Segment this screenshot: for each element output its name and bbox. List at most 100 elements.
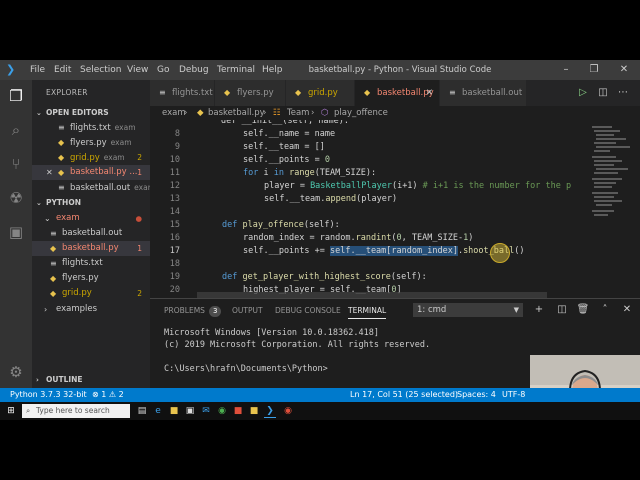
text-file-icon: ≡ [50, 229, 57, 238]
tab-grid-py[interactable]: ◆ grid.py [286, 80, 355, 106]
explorer-icon[interactable]: ❐ [6, 86, 26, 106]
tab-flights-txt[interactable]: ≡ flights.txt [150, 80, 215, 106]
class-symbol-icon: ☷ [273, 108, 281, 118]
tab-problems[interactable]: PROBLEMS 3 [164, 304, 222, 318]
tree-folder-examples[interactable]: › examples [32, 302, 150, 317]
minimize-icon[interactable]: – [552, 60, 580, 80]
open-editor-item[interactable]: ◆ grid.py exam 2 [32, 150, 150, 165]
text-file-icon: ≡ [50, 259, 57, 268]
split-editor-icon[interactable]: ◫ [596, 86, 610, 100]
menu-go[interactable]: Go [157, 60, 169, 80]
tab-basketball-py[interactable]: ◆ basketball.py ✕ [355, 80, 440, 106]
encoding[interactable]: UTF-8 [502, 388, 525, 402]
status-bar: Python 3.7.3 32-bit ⊗ 1 ⚠ 2 Ln 17, Col 5… [0, 388, 640, 402]
debug-icon[interactable]: ☢ [6, 188, 26, 208]
python-interpreter[interactable]: Python 3.7.3 32-bit [10, 388, 87, 402]
tree-folder-exam[interactable]: ⌄ exam ● [32, 211, 150, 226]
chrome-icon[interactable]: ◉ [216, 405, 228, 417]
code-editor[interactable]: 8 9 10 11 12 13 14 15 16 17 18 19 20 def… [150, 120, 640, 298]
chevron-right-icon: › [36, 376, 39, 384]
code-content: def __init__(self, name): self.__name = … [197, 120, 597, 298]
edge-browser-icon[interactable]: e [152, 405, 164, 417]
terminal-prompt[interactable]: C:\Users\hrafn\Documents\Python> [164, 363, 328, 375]
source-control-icon[interactable]: ⑂ [6, 154, 26, 174]
menu-debug[interactable]: Debug [179, 60, 209, 80]
split-terminal-icon[interactable]: ◫ [555, 303, 569, 317]
tab-debug-console[interactable]: DEBUG CONSOLE [275, 304, 341, 318]
windows-taskbar: ⊞ ⌕ Type here to search ▤ e ■ ▣ ✉ ◉ ■ ■ … [0, 402, 640, 420]
cursor-position[interactable]: Ln 17, Col 51 (25 selected) [350, 388, 458, 402]
open-editor-item[interactable]: ≡ basketball.outexam [32, 180, 150, 195]
open-editor-item[interactable]: ≡ flights.txt exam [32, 120, 150, 135]
restore-icon[interactable]: ❐ [580, 60, 608, 80]
breadcrumb-method[interactable]: play_offence [334, 106, 388, 120]
tab-basketball-out[interactable]: ≡ basketball.out [440, 80, 527, 106]
mail-icon[interactable]: ✉ [200, 405, 212, 417]
python-file-icon: ◆ [197, 108, 204, 118]
open-editor-item[interactable]: ◆ flyers.py exam [32, 135, 150, 150]
run-icon[interactable]: ▷ [576, 86, 590, 100]
tree-item[interactable]: ≡ flights.txt [32, 256, 150, 271]
tab-flyers-py[interactable]: ◆ flyers.py [215, 80, 286, 106]
open-editors-header[interactable]: ⌄ OPEN EDITORS [32, 106, 150, 120]
terminal-select[interactable]: 1: cmd ▼ [413, 303, 523, 317]
warning-count-badge: 2 [137, 153, 142, 162]
menu-view[interactable]: View [127, 60, 148, 80]
line-number: 19 [169, 272, 180, 282]
tree-item[interactable]: ◆ flyers.py [32, 271, 150, 286]
new-terminal-icon[interactable]: + [532, 303, 546, 317]
chevron-down-icon: ▼ [513, 306, 519, 314]
line-number-current: 17 [169, 246, 180, 256]
python-file-icon: ◆ [58, 168, 65, 177]
line-number: 16 [169, 233, 180, 243]
tree-item[interactable]: ◆ grid.py 2 [32, 286, 150, 301]
store-icon[interactable]: ▣ [184, 405, 196, 417]
python-file-icon: ◆ [50, 289, 57, 298]
menu-file[interactable]: File [30, 60, 45, 80]
file-explorer-icon[interactable]: ■ [168, 405, 180, 417]
search-icon[interactable]: ⌕ [6, 120, 26, 140]
task-view-icon[interactable]: ▤ [136, 405, 148, 417]
workspace-header[interactable]: ⌄ PYTHON [32, 196, 150, 210]
minimap[interactable] [588, 120, 640, 298]
vscode-window: ❯ File Edit Selection View Go Debug Term… [0, 60, 640, 420]
tab-terminal[interactable]: TERMINAL [348, 304, 387, 319]
settings-gear-icon[interactable]: ⚙ [6, 362, 26, 382]
kill-terminal-icon[interactable]: 🗑 [576, 303, 590, 317]
breadcrumb-file[interactable]: basketball.py [208, 106, 265, 120]
menu-help[interactable]: Help [262, 60, 283, 80]
warning-count-badge: 2 [137, 289, 142, 298]
breadcrumb-folder[interactable]: exam [162, 106, 186, 120]
menu-edit[interactable]: Edit [54, 60, 71, 80]
close-tab-icon[interactable]: ✕ [426, 80, 433, 106]
tab-output[interactable]: OUTPUT [232, 304, 263, 318]
vscode-taskbar-icon[interactable]: ❯ [264, 405, 276, 418]
more-actions-icon[interactable]: ⋯ [616, 86, 630, 100]
tree-item[interactable]: ≡ basketball.out [32, 226, 150, 241]
close-window-icon[interactable]: ✕ [610, 60, 638, 80]
maximize-panel-icon[interactable]: ˄ [598, 303, 612, 317]
menu-selection[interactable]: Selection [80, 60, 121, 80]
close-panel-icon[interactable]: ✕ [620, 303, 634, 317]
open-editor-item-active[interactable]: ✕ ◆ basketball.py ... 1 [32, 165, 150, 180]
breadcrumb-class[interactable]: Team [287, 106, 309, 120]
windows-start-icon[interactable]: ⊞ [5, 405, 17, 417]
chevron-right-icon: › [263, 108, 267, 118]
extensions-icon[interactable]: ▣ [6, 222, 26, 242]
tree-item-active[interactable]: ◆ basketball.py 1 [32, 241, 150, 256]
problems-summary[interactable]: ⊗ 1 ⚠ 2 [92, 388, 124, 402]
recording-icon[interactable]: ◉ [282, 405, 294, 417]
indentation[interactable]: Spaces: 4 [457, 388, 496, 402]
window-title: basketball.py - Python - Visual Studio C… [308, 65, 492, 75]
outline-header[interactable]: › OUTLINE [32, 373, 150, 387]
menu-terminal[interactable]: Terminal [217, 60, 255, 80]
python-file-icon: ◆ [50, 244, 57, 253]
problems-count-badge: 3 [208, 306, 222, 317]
editor-tabs: ≡ flights.txt ◆ flyers.py ◆ grid.py ◆ ba… [150, 80, 640, 106]
close-icon[interactable]: ✕ [46, 165, 53, 180]
taskbar-search[interactable]: ⌕ Type here to search [22, 404, 130, 418]
folder-icon[interactable]: ■ [248, 405, 260, 417]
app-icon[interactable]: ■ [232, 405, 244, 417]
line-number: 12 [169, 181, 180, 191]
line-number: 11 [169, 168, 180, 178]
